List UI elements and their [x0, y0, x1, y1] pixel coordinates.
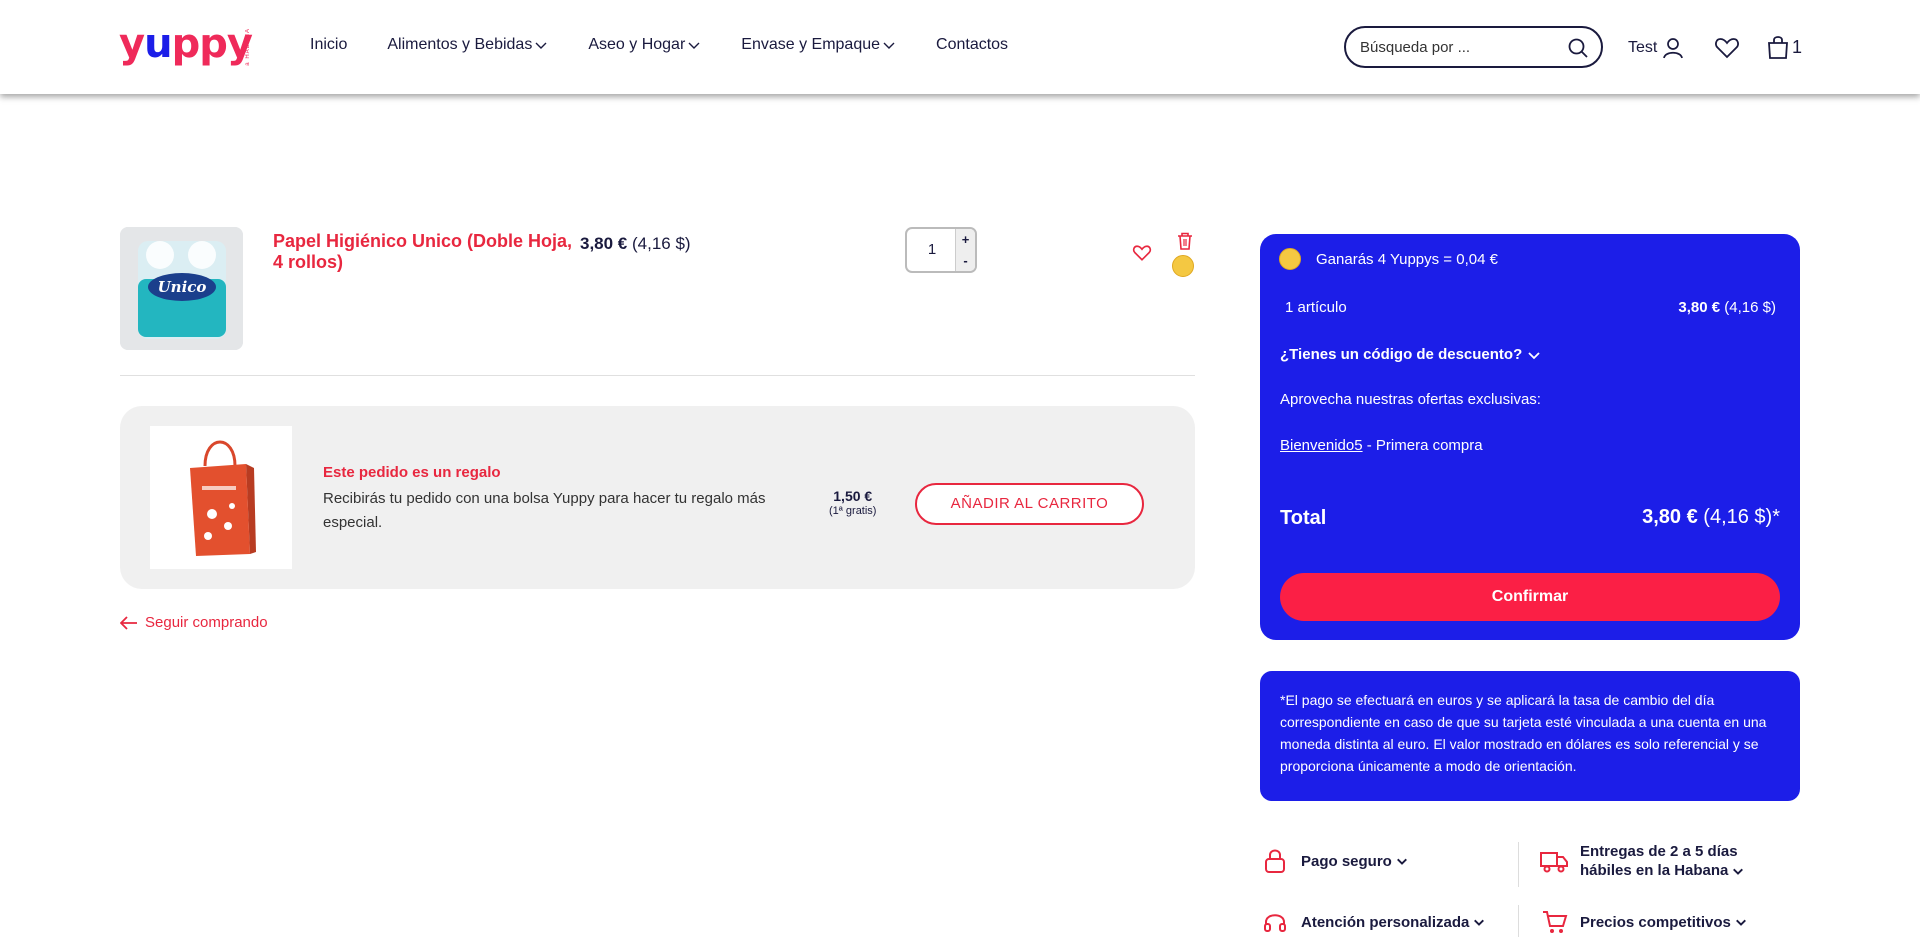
feature-label: Atención personalizada: [1301, 913, 1470, 931]
chevron-down-icon: [1528, 351, 1540, 359]
yuppy-coin-icon: [1172, 255, 1194, 277]
svg-text:Unico: Unico: [158, 278, 207, 296]
chevron-down-icon: [883, 42, 895, 49]
continue-label: Seguir comprando: [145, 614, 268, 631]
gift-price: 1,50 € (1ª gratis): [829, 488, 876, 517]
bag-image: [150, 426, 292, 569]
search-box: [1344, 26, 1603, 68]
feature-line2-wrap: hábiles en la Habana: [1580, 861, 1744, 880]
product-image[interactable]: Unico: [120, 227, 243, 350]
gift-title: Este pedido es un regalo: [323, 464, 501, 481]
nav-label: Alimentos y Bebidas: [387, 36, 533, 53]
user-icon: [1663, 38, 1684, 59]
items-price-eur: 3,80 €: [1678, 299, 1721, 316]
feature-label: Pago seguro: [1301, 852, 1392, 870]
cart-count: 1: [1792, 36, 1803, 57]
earn-text: Ganarás 4 Yuppys = 0,04 €: [1316, 250, 1498, 268]
headset-icon: [1264, 914, 1286, 932]
toilet-paper-image: Unico: [120, 227, 243, 350]
feature-prices[interactable]: Precios competitivos: [1542, 910, 1747, 934]
nav-label: Envase y Empaque: [741, 36, 881, 53]
yuppys-earn: Ganarás 4 Yuppys = 0,04 €: [1279, 248, 1498, 270]
nav-inicio[interactable]: Inicio: [310, 36, 347, 54]
order-summary: Ganarás 4 Yuppys = 0,04 € 1 artículo 3,8…: [1260, 234, 1800, 640]
offers-label: Aprovecha nuestras ofertas exclusivas:: [1280, 391, 1541, 408]
divider: [120, 375, 1195, 376]
search-input[interactable]: [1360, 38, 1560, 56]
feature-label-line2: hábiles en la Habana: [1580, 862, 1729, 879]
quantity-buttons: + -: [955, 229, 975, 271]
gift-price-note: (1ª gratis): [829, 505, 877, 517]
bag-icon: [1768, 36, 1788, 59]
divider: [1518, 842, 1519, 887]
site-header: yuppy a HABANA Inicio Alimentos y Bebida…: [0, 0, 1920, 94]
nav-envase[interactable]: Envase y Empaque: [741, 36, 896, 54]
arrow-left-icon: [120, 615, 137, 630]
main-nav: Inicio Alimentos y Bebidas Aseo y Hogar …: [310, 36, 1048, 54]
logo[interactable]: yuppy a HABANA: [119, 21, 253, 67]
heart-icon[interactable]: [1714, 36, 1740, 60]
items-price-usd: (4,16 $): [1724, 299, 1776, 316]
discount-label: ¿Tienes un código de descuento?: [1280, 346, 1523, 363]
total-label: Total: [1280, 507, 1327, 529]
continue-shopping-link[interactable]: Seguir comprando: [120, 614, 268, 631]
quantity-value[interactable]: 1: [907, 241, 957, 258]
trash-icon[interactable]: [1177, 232, 1193, 250]
feature-label-line1: Entregas de 2 a 5 días: [1580, 843, 1738, 860]
product-price: 3,80 € (4,16 $): [580, 234, 691, 254]
cart-icon: [1543, 911, 1568, 933]
logo-text: yuppy: [119, 21, 253, 67]
items-label: 1 artículo: [1285, 299, 1347, 316]
total-usd: (4,16 $)*: [1703, 506, 1780, 528]
price-usd: (4,16 $): [632, 234, 691, 253]
total-eur: 3,80 €: [1642, 506, 1698, 528]
chevron-down-icon: [1735, 919, 1746, 926]
total-value: 3,80 € (4,16 $)*: [1642, 506, 1780, 529]
chevron-down-icon: [535, 42, 547, 49]
chevron-down-icon: [1733, 868, 1744, 875]
chevron-down-icon: [1474, 919, 1485, 926]
feature-support[interactable]: Atención personalizada: [1263, 910, 1485, 934]
confirm-button[interactable]: Confirmar: [1280, 573, 1780, 621]
divider: [1518, 905, 1519, 937]
feature-label: Entregas de 2 a 5 días hábiles en la Hab…: [1580, 842, 1744, 880]
nav-alimentos[interactable]: Alimentos y Bebidas: [387, 36, 548, 54]
nav-label: Aseo y Hogar: [588, 36, 686, 53]
nav-label: Inicio: [310, 36, 348, 53]
lock-icon: [1265, 849, 1285, 873]
user-name: Test: [1628, 39, 1658, 56]
items-price: 3,80 € (4,16 $): [1678, 299, 1776, 316]
nav-label: Contactos: [936, 36, 1009, 53]
price-eur: 3,80 €: [580, 234, 628, 253]
logo-sub: a HABANA: [245, 28, 251, 66]
nav-contactos[interactable]: Contactos: [936, 36, 1008, 54]
nav-aseo[interactable]: Aseo y Hogar: [588, 36, 701, 54]
increment-button[interactable]: +: [956, 229, 975, 250]
gift-option: Este pedido es un regalo Recibirás tu pe…: [120, 406, 1195, 589]
feature-secure-payment[interactable]: Pago seguro: [1263, 848, 1408, 874]
user-account[interactable]: Test: [1628, 36, 1685, 60]
feature-label: Precios competitivos: [1580, 913, 1731, 931]
chevron-down-icon: [1396, 858, 1407, 865]
gift-price-value: 1,50 €: [833, 488, 873, 504]
items-row: 1 artículo 3,80 € (4,16 $): [1285, 299, 1776, 316]
gift-description: Recibirás tu pedido con una bolsa Yuppy …: [323, 490, 766, 531]
add-to-cart-button[interactable]: AÑADIR AL CARRITO: [915, 483, 1144, 525]
cart-button[interactable]: 1: [1766, 34, 1802, 60]
decrement-button[interactable]: -: [956, 250, 975, 271]
coupon-offer: Bienvenido5 - Primera compra: [1280, 437, 1483, 454]
feature-delivery[interactable]: Entregas de 2 a 5 días hábiles en la Hab…: [1540, 842, 1744, 880]
gift-bag-image: [150, 426, 292, 569]
truck-icon: [1540, 852, 1568, 873]
discount-code-toggle[interactable]: ¿Tienes un código de descuento?: [1280, 346, 1542, 363]
coin-icon: [1279, 248, 1301, 270]
chevron-down-icon: [688, 42, 700, 49]
search-icon[interactable]: [1567, 37, 1589, 59]
quantity-stepper: 1 + -: [905, 227, 977, 273]
coupon-description: - Primera compra: [1362, 437, 1483, 454]
coupon-code-link[interactable]: Bienvenido5: [1280, 437, 1363, 454]
wishlist-heart-icon[interactable]: [1132, 244, 1152, 262]
payment-note: *El pago se efectuará en euros y se apli…: [1260, 671, 1800, 801]
product-name[interactable]: Papel Higiénico Unico (Doble Hoja, 4 rol…: [273, 231, 573, 273]
